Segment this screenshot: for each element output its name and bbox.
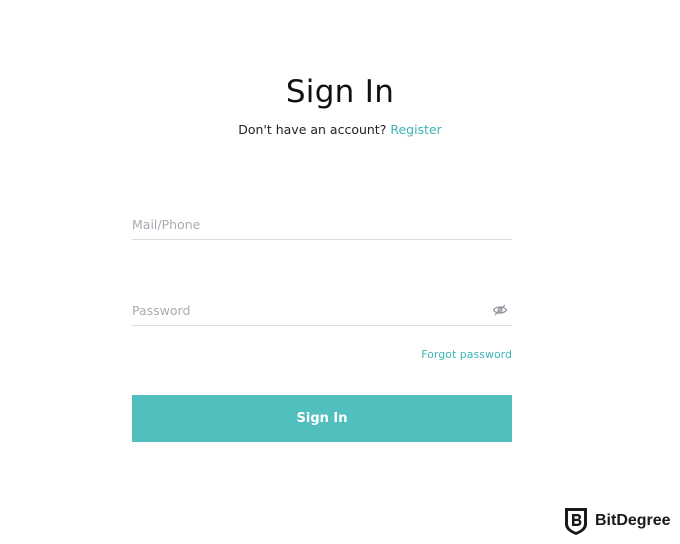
mail-phone-input[interactable] [132, 210, 512, 238]
password-field [132, 296, 512, 326]
mail-phone-field [132, 210, 512, 240]
sign-in-button[interactable]: Sign In [132, 395, 512, 442]
page-title: Sign In [285, 74, 395, 110]
register-link[interactable]: Register [390, 122, 441, 137]
eye-slash-icon[interactable] [492, 302, 508, 318]
password-input[interactable] [132, 296, 482, 324]
register-prompt: Don't have an account? Register [0, 122, 680, 137]
sign-in-page: Sign In Don't have an account? Register … [0, 0, 680, 544]
register-prompt-text: Don't have an account? [238, 122, 387, 137]
shield-logo-icon [565, 508, 587, 535]
forgot-password-link[interactable]: Forgot password [421, 348, 512, 361]
watermark: BitDegree [563, 505, 671, 537]
watermark-text: BitDegree [595, 512, 671, 529]
